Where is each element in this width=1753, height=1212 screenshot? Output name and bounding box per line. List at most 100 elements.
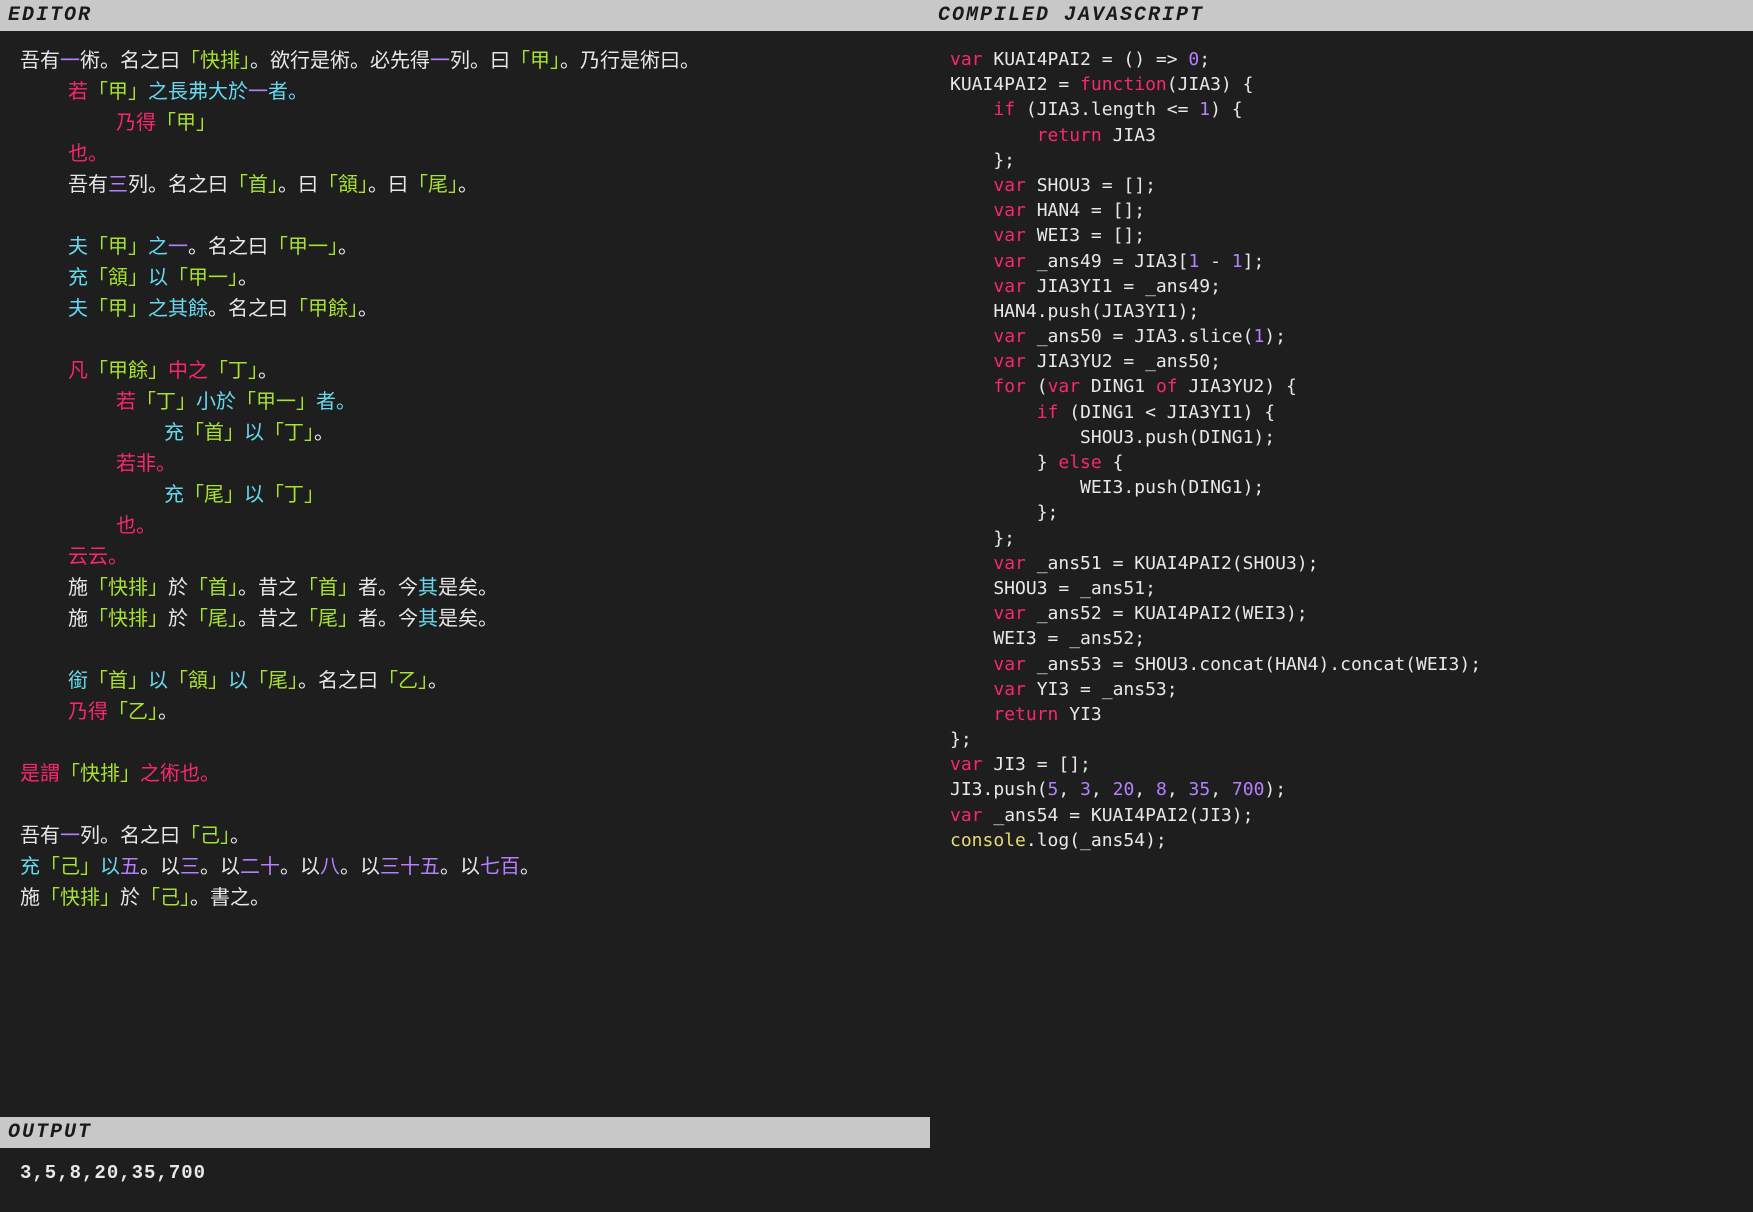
code-token: ,	[1167, 779, 1189, 800]
code-token: 1	[1232, 251, 1243, 272]
code-token: 施	[20, 578, 88, 601]
code-token: 「頷」	[88, 268, 148, 291]
code-token	[950, 276, 993, 297]
js-line: JI3.push(5, 3, 20, 8, 35, 700);	[950, 777, 1741, 802]
js-line: var _ans52 = KUAI4PAI2(WEI3);	[950, 601, 1741, 626]
code-token: 於	[120, 888, 140, 911]
code-token: 一	[248, 82, 268, 105]
code-token: (JIA3) {	[1167, 74, 1254, 95]
code-token: 之術也。	[140, 764, 220, 787]
editor-line: 充「首」以「丁」。	[20, 419, 918, 450]
editor-line: 充「尾」以「丁」	[20, 481, 918, 512]
code-token: 「甲」	[88, 299, 148, 322]
js-line: if (DING1 < JIA3YI1) {	[950, 400, 1741, 425]
js-line: WEI3.push(DING1);	[950, 475, 1741, 500]
code-token	[20, 702, 68, 725]
code-token	[950, 704, 993, 725]
code-token: );	[1264, 779, 1286, 800]
code-token: 以	[244, 423, 264, 446]
editor-line	[20, 202, 918, 233]
code-token: 之	[148, 237, 168, 260]
code-token: JIA3YU2) {	[1178, 376, 1297, 397]
js-line: };	[950, 500, 1741, 525]
code-token: 之長弗大於	[148, 82, 248, 105]
code-token: 「首」	[298, 578, 358, 601]
code-token: 「甲一」	[236, 392, 316, 415]
code-token: 乃得	[68, 702, 108, 725]
code-token: 1	[1188, 251, 1199, 272]
code-token: 「快排」	[40, 888, 120, 911]
editor-line: 施「快排」於「己」。書之。	[20, 884, 918, 915]
code-token: 「己」	[140, 888, 190, 911]
code-token: 是矣。	[438, 578, 498, 601]
code-token	[20, 237, 68, 260]
code-token: 以	[100, 857, 120, 880]
code-token: }	[950, 452, 1058, 473]
code-token	[950, 402, 1037, 423]
code-token: 。昔之	[238, 578, 298, 601]
code-token	[20, 113, 116, 136]
code-token: 凡	[68, 361, 88, 384]
code-token: else	[1058, 452, 1101, 473]
code-token: 「尾」	[248, 671, 298, 694]
code-token: 「快排」	[88, 578, 168, 601]
code-token: 「快排」	[180, 51, 250, 74]
code-token: 充	[68, 268, 88, 291]
code-token: 者。今	[358, 578, 418, 601]
code-token: 於	[168, 578, 188, 601]
code-token: 。曰	[368, 175, 408, 198]
code-token: 。	[314, 423, 334, 446]
code-token: 三	[108, 175, 128, 198]
code-token: 吾有	[20, 175, 108, 198]
code-token: 。	[520, 857, 540, 880]
code-token	[20, 361, 68, 384]
compiled-header: COMPILED JAVASCRIPT	[930, 0, 1753, 31]
code-token: 「丁」	[264, 423, 314, 446]
code-token	[950, 553, 993, 574]
code-token: 施	[20, 888, 40, 911]
code-token: 者。	[268, 82, 308, 105]
code-token: var	[993, 326, 1026, 347]
js-line: var WEI3 = [];	[950, 223, 1741, 248]
js-line: } else {	[950, 450, 1741, 475]
code-token: ,	[1134, 779, 1156, 800]
code-token: 20	[1113, 779, 1135, 800]
code-token: WEI3 = [];	[1026, 225, 1145, 246]
code-token	[20, 454, 116, 477]
code-token: 一	[430, 51, 450, 74]
editor-line: 若「甲」之長弗大於一者。	[20, 78, 918, 109]
code-token: _ans51 = KUAI4PAI2(SHOU3);	[1026, 553, 1319, 574]
js-line: return YI3	[950, 702, 1741, 727]
code-token: -	[1199, 251, 1232, 272]
editor-line: 夫「甲」之一。名之曰「甲一」。	[20, 233, 918, 264]
code-token: 。	[358, 299, 378, 322]
code-token: var	[993, 251, 1026, 272]
left-column: EDITOR 吾有一術。名之曰「快排」。欲行是術。必先得一列。曰「甲」。乃行是術…	[0, 0, 930, 1212]
code-token: 銜	[68, 671, 88, 694]
code-token: 一	[60, 826, 80, 849]
code-token: _ans49 = JIA3[	[1026, 251, 1189, 272]
code-token: 8	[1156, 779, 1167, 800]
code-token: 以	[228, 671, 248, 694]
code-token	[20, 82, 68, 105]
code-token: ;	[1199, 49, 1210, 70]
js-line: var _ans53 = SHOU3.concat(HAN4).concat(W…	[950, 652, 1741, 677]
code-token: };	[950, 502, 1058, 523]
code-token: 「甲」	[88, 82, 148, 105]
editor-line: 凡「甲餘」中之「丁」。	[20, 357, 918, 388]
code-token	[950, 225, 993, 246]
code-token: (DING1 < JIA3YI1) {	[1058, 402, 1275, 423]
code-token: 一	[168, 237, 188, 260]
compiled-js-pane[interactable]: var KUAI4PAI2 = () => 0;KUAI4PAI2 = func…	[930, 31, 1753, 1212]
js-line: HAN4.push(JIA3YI1);	[950, 299, 1741, 324]
code-token: 「首」	[228, 175, 278, 198]
code-token	[950, 376, 993, 397]
js-line: WEI3 = _ans52;	[950, 626, 1741, 651]
code-token: var	[993, 225, 1026, 246]
code-token: };	[950, 150, 1015, 171]
code-token: var	[950, 754, 983, 775]
code-token: 乃得	[116, 113, 156, 136]
editor-pane[interactable]: 吾有一術。名之曰「快排」。欲行是術。必先得一列。曰「甲」。乃行是術曰。 若「甲」…	[0, 31, 930, 1117]
code-token: 「尾」	[298, 609, 358, 632]
editor-line: 是謂「快排」之術也。	[20, 760, 918, 791]
